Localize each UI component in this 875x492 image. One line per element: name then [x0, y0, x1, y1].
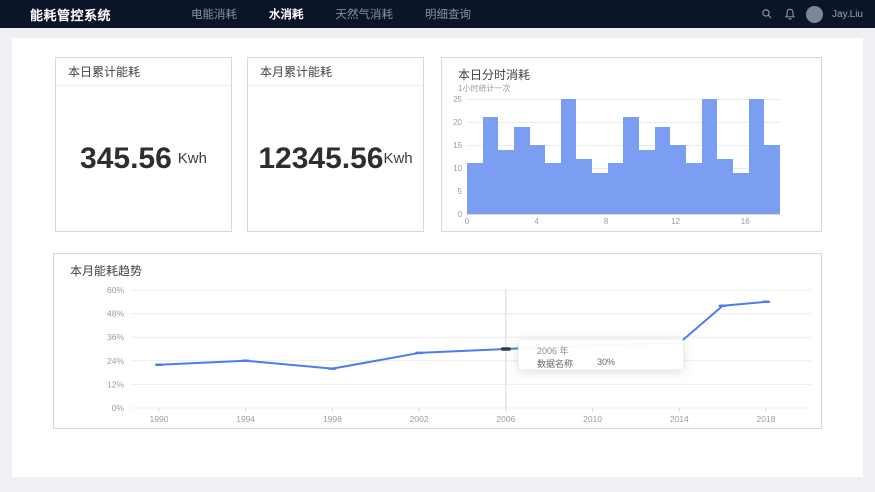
card-month-body: 12345.56 Kwh [248, 86, 423, 231]
svg-text:12%: 12% [107, 379, 124, 389]
x-tick-label: 0 [457, 217, 477, 226]
trend-line-plot[interactable]: 0% 12% 24% 36% 48% 60% 1990 1994 1998 2002 2006 201… [54, 254, 823, 430]
svg-text:2010: 2010 [583, 414, 602, 424]
y-tick-label: 25 [442, 95, 462, 104]
svg-text:2002: 2002 [410, 414, 429, 424]
bar[interactable] [764, 145, 780, 214]
card-month-total: 本月累计能耗 12345.56 Kwh [247, 57, 424, 232]
bar[interactable] [733, 173, 749, 214]
tooltip-value: 30% [597, 357, 615, 367]
chart-tooltip: 2006 年 数据名称 30% [518, 339, 684, 370]
bar[interactable] [467, 163, 483, 214]
x-tick-label: 12 [666, 217, 686, 226]
search-icon[interactable] [760, 7, 774, 21]
bar[interactable] [498, 150, 514, 214]
card-month-title: 本月累计能耗 [248, 58, 423, 86]
month-unit: Kwh [383, 150, 412, 167]
bell-icon[interactable] [783, 7, 797, 21]
svg-text:36%: 36% [107, 332, 124, 342]
today-value: 345.56 [80, 142, 172, 176]
nav-menu: 电能消耗 水消耗 天然气消耗 明细查询 [191, 6, 471, 22]
nav-item-electric[interactable]: 电能消耗 [191, 6, 237, 22]
gridline [467, 214, 780, 215]
bar[interactable] [639, 150, 655, 214]
card-today-body: 345.56 Kwh [56, 86, 231, 231]
bar[interactable] [670, 145, 686, 214]
y-tick-label: 20 [442, 118, 462, 127]
svg-text:48%: 48% [107, 309, 124, 319]
bar[interactable] [623, 117, 639, 214]
bar[interactable] [749, 99, 765, 214]
bar[interactable] [576, 159, 592, 214]
tooltip-series-label: 数据名称 [537, 357, 573, 370]
svg-text:2006: 2006 [496, 414, 515, 424]
y-tick-label: 10 [442, 164, 462, 173]
y-tick-label: 15 [442, 141, 462, 150]
bar[interactable] [561, 99, 577, 214]
x-tick-label: 16 [735, 217, 755, 226]
svg-text:2014: 2014 [670, 414, 689, 424]
card-today-title: 本日累计能耗 [56, 58, 231, 86]
y-tick-label: 5 [442, 187, 462, 196]
svg-text:1998: 1998 [323, 414, 342, 424]
bar[interactable] [702, 99, 718, 214]
nav-item-detail[interactable]: 明细查询 [425, 6, 471, 22]
hourly-chart-title: 本日分时消耗 [458, 66, 530, 83]
bar[interactable] [514, 127, 530, 214]
nav-item-gas[interactable]: 天然气消耗 [336, 6, 394, 22]
svg-text:2018: 2018 [757, 414, 776, 424]
app-title[interactable]: 能耗管控系统 [30, 5, 111, 24]
nav-item-water[interactable]: 水消耗 [269, 6, 304, 22]
svg-text:24%: 24% [107, 356, 124, 366]
username[interactable]: Jay.Liu [832, 9, 863, 20]
svg-text:0%: 0% [112, 403, 125, 413]
hourly-chart-subtitle: 1小时统计一次 [458, 83, 510, 94]
bar[interactable] [717, 159, 733, 214]
svg-text:60%: 60% [107, 285, 124, 295]
bar[interactable] [530, 145, 546, 214]
today-unit: Kwh [178, 150, 207, 167]
tooltip-title: 2006 年 [537, 344, 569, 357]
hourly-bar-plot[interactable] [467, 99, 780, 214]
top-navbar: 能耗管控系统 电能消耗 水消耗 天然气消耗 明细查询 Jay.Liu [0, 0, 875, 28]
nav-right-cluster: Jay.Liu [760, 6, 875, 23]
bar[interactable] [592, 173, 608, 214]
bar[interactable] [686, 163, 702, 214]
bar[interactable] [545, 163, 561, 214]
month-value: 12345.56 [258, 142, 383, 176]
x-tick-label: 8 [596, 217, 616, 226]
bar[interactable] [655, 127, 671, 214]
card-hourly-chart: 本日分时消耗 1小时统计一次 05101520250481216 [441, 57, 822, 232]
card-trend-chart: 本月能耗趋势 0%12%24%36%48%60%1990199419982002… [53, 253, 822, 429]
x-tick-label: 4 [527, 217, 547, 226]
card-today-total: 本日累计能耗 345.56 Kwh [55, 57, 232, 232]
bar[interactable] [608, 163, 624, 214]
bar[interactable] [483, 117, 499, 214]
user-avatar[interactable] [806, 6, 823, 23]
svg-text:1990: 1990 [150, 414, 169, 424]
svg-text:1994: 1994 [236, 414, 255, 424]
